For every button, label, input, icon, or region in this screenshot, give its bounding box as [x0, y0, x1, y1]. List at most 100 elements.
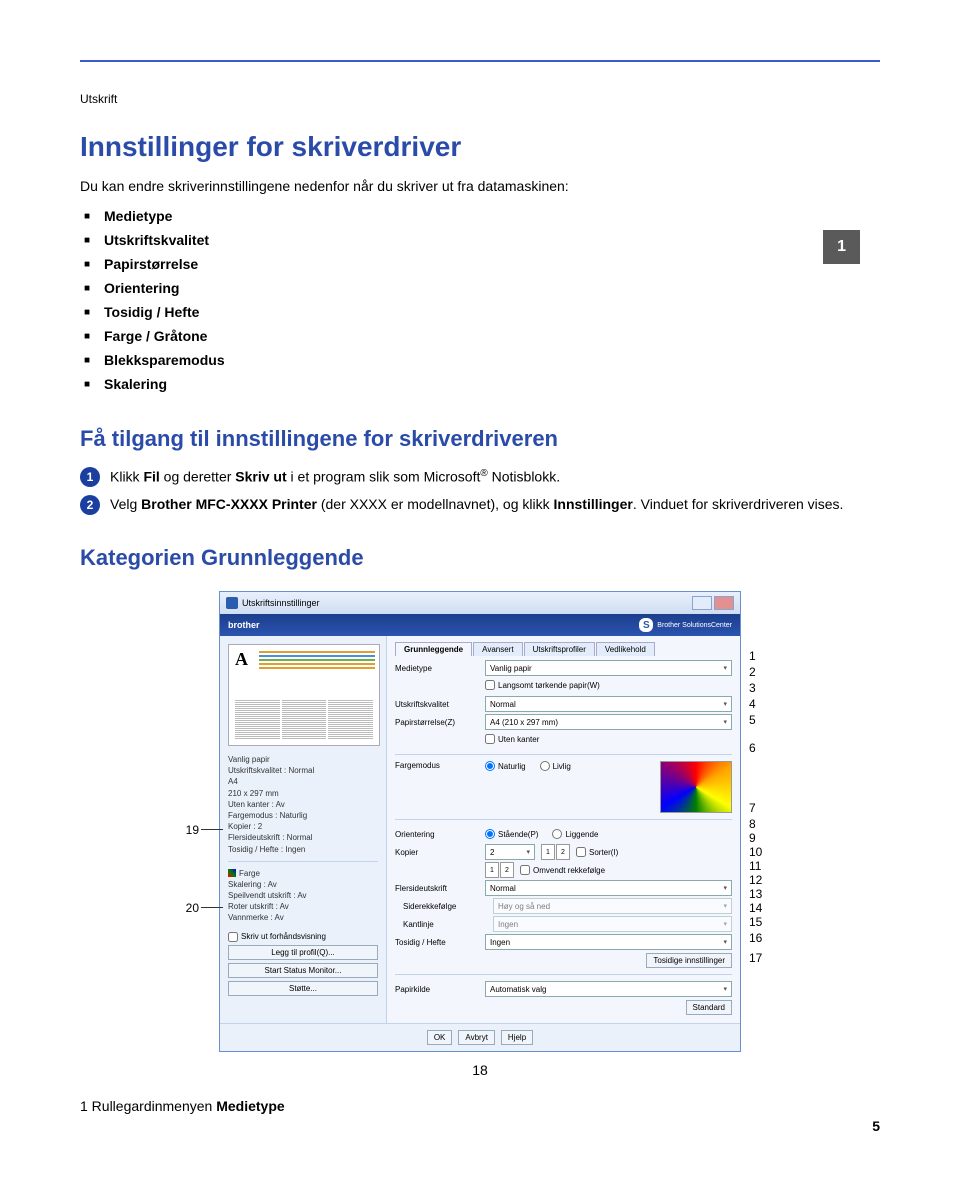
solutions-label[interactable]: Brother SolutionsCenter [657, 622, 732, 629]
step-2: 2 Velg Brother MFC-XXXX Printer (der XXX… [80, 495, 880, 515]
collate-icon: 12 [541, 844, 570, 860]
callout-4: 4 [749, 697, 779, 711]
support-button[interactable]: Støtte... [228, 981, 378, 996]
pageorder-dropdown: Høy og så ned [493, 898, 732, 914]
callout-8: 8 [749, 817, 779, 831]
callout-12: 12 [749, 873, 779, 887]
print-preview-checkbox[interactable]: Skriv ut forhåndsvisning [228, 932, 378, 942]
borderless-checkbox[interactable]: Uten kanter [485, 734, 539, 744]
preview-panel: A Vanlig papir Utskriftskvalitet : Norma… [220, 636, 387, 1023]
label: Fargemodus [395, 761, 485, 770]
color-preview [660, 761, 732, 813]
multipage-dropdown[interactable]: Normal [485, 880, 732, 896]
callout-11: 11 [749, 859, 779, 873]
color-icon [228, 869, 236, 877]
orientation-radio[interactable]: Stående(P) Liggende [485, 829, 732, 839]
tab-advanced[interactable]: Avansert [473, 642, 522, 656]
footer-item-1: 1 Rullegardinmenyen Medietype [80, 1098, 880, 1114]
bold: Brother MFC-XXXX Printer [141, 496, 317, 512]
callout-17: 17 [749, 951, 779, 965]
papersource-dropdown[interactable]: Automatisk valg [485, 981, 732, 997]
heading-main: Innstillinger for skriverdriver [80, 131, 880, 163]
mediatype-dropdown[interactable]: Vanlig papir [485, 660, 732, 676]
bold: Skriv ut [235, 469, 286, 485]
text: Notisblokk. [488, 469, 560, 485]
spec-summary-2: Farge Skalering : Av Speilvendt utskrift… [228, 868, 378, 924]
callout-19: 19 [169, 823, 199, 837]
help-button[interactable]: Hjelp [501, 1030, 533, 1045]
dialog-buttons: OK Avbryt Hjelp [220, 1023, 740, 1051]
tab-basic[interactable]: Grunnleggende [395, 642, 472, 656]
step-1: 1 Klikk Fil og deretter Skriv ut i et pr… [80, 467, 880, 487]
collate-checkbox[interactable]: Sorter(I) [576, 847, 618, 857]
list-item: Tosidig / Hefte [80, 300, 880, 324]
callout-3: 3 [749, 681, 779, 695]
callout-7: 7 [749, 801, 779, 815]
callout-10: 10 [749, 845, 779, 859]
duplex-settings-button[interactable]: Tosidige innstillinger [646, 953, 732, 968]
callout-6: 6 [749, 741, 779, 755]
label: Tosidig / Hefte [395, 938, 485, 947]
list-item: Farge / Gråtone [80, 324, 880, 348]
sup: ® [480, 468, 487, 479]
callout-18: 18 [80, 1062, 880, 1078]
heading-access: Få tilgang til innstillingene for skrive… [80, 426, 880, 452]
step-number: 1 [80, 467, 100, 487]
slow-dry-checkbox[interactable]: Langsomt tørkende papir(W) [485, 680, 600, 690]
reverse-order-checkbox[interactable]: Omvendt rekkefølge [520, 865, 605, 875]
callout-13: 13 [749, 887, 779, 901]
callout-15: 15 [749, 915, 779, 929]
bold: Fil [143, 469, 159, 485]
reverse-icon: 12 [485, 862, 514, 878]
list-item: Medietype [80, 204, 880, 228]
window-title: Utskriftsinnstillinger [242, 598, 320, 608]
help-button[interactable] [692, 596, 712, 610]
solutions-icon: S [639, 618, 653, 632]
ok-button[interactable]: OK [427, 1030, 453, 1045]
add-profile-button[interactable]: Legg til profil(Q)... [228, 945, 378, 960]
text: Klikk [110, 469, 143, 485]
callout-20: 20 [169, 901, 199, 915]
list-item: Blekksparemodus [80, 348, 880, 372]
callout-9: 9 [749, 831, 779, 845]
list-item: Papirstørrelse [80, 252, 880, 276]
cancel-button[interactable]: Avbryt [458, 1030, 495, 1045]
callout-2: 2 [749, 665, 779, 679]
label: Medietype [395, 664, 485, 673]
page-number: 5 [872, 1118, 880, 1134]
label: Papirstørrelse(Z) [395, 718, 485, 727]
callout-16: 16 [749, 931, 779, 945]
page-preview: A [228, 644, 380, 746]
intro-text: Du kan endre skriverinnstillingene neden… [80, 178, 880, 194]
copies-spinner[interactable]: 2 [485, 844, 535, 860]
quality-dropdown[interactable]: Normal [485, 696, 732, 712]
brand-bar: brother S Brother SolutionsCenter [220, 614, 740, 636]
callout-5: 5 [749, 713, 779, 727]
step-number: 2 [80, 495, 100, 515]
label: Orientering [395, 830, 485, 839]
spec-summary: Vanlig papir Utskriftskvalitet : Normal … [228, 754, 378, 855]
text: i et program slik som Microsoft [287, 469, 481, 485]
label: Flersideutskrift [395, 884, 485, 893]
tab-profiles[interactable]: Utskriftsprofiler [524, 642, 595, 656]
tab-maintenance[interactable]: Vedlikehold [596, 642, 655, 656]
dialog-figure: 19 20 1 2 3 4 5 6 7 8 9 10 11 12 13 14 1… [80, 591, 880, 1052]
heading-basic-tab: Kategorien Grunnleggende [80, 545, 880, 571]
close-button[interactable] [714, 596, 734, 610]
label: Utskriftskvalitet [395, 700, 485, 709]
colormode-radio[interactable]: Naturlig Livlig [485, 761, 660, 771]
borderline-dropdown: Ingen [493, 916, 732, 932]
default-button[interactable]: Standard [686, 1000, 732, 1015]
text: (der XXXX er modellnavnet), og klikk [317, 496, 554, 512]
bold: Innstillinger [554, 496, 633, 512]
duplex-dropdown[interactable]: Ingen [485, 934, 732, 950]
brand-label: brother [228, 620, 260, 630]
list-item: Orientering [80, 276, 880, 300]
label: Siderekkefølge [395, 902, 493, 911]
papersize-dropdown[interactable]: A4 (210 x 297 mm) [485, 714, 732, 730]
list-item: Utskriftskvalitet [80, 228, 880, 252]
status-monitor-button[interactable]: Start Status Monitor... [228, 963, 378, 978]
section-label: Utskrift [80, 92, 880, 106]
callout-1: 1 [749, 649, 779, 663]
label: Kantlinje [395, 920, 493, 929]
